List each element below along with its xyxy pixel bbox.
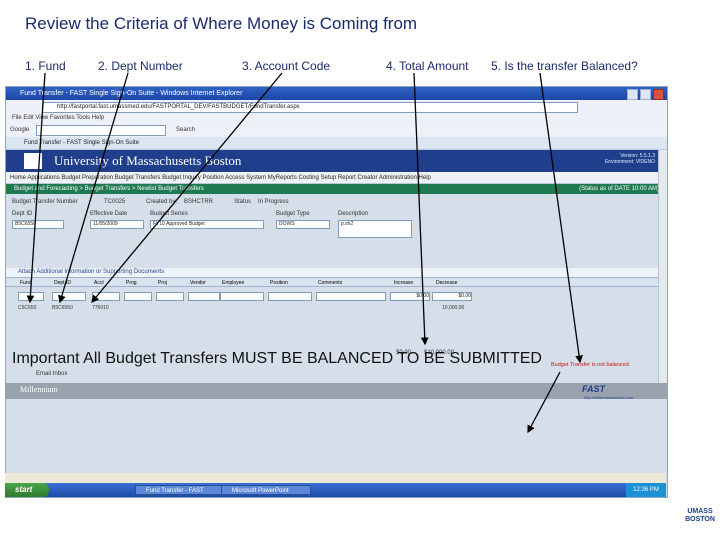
created-by: BSHCTRR	[184, 199, 214, 205]
browser-title: Fund Transfer - FAST Single Sign-On Suit…	[20, 90, 243, 97]
created-by-label: Created by:	[146, 199, 178, 205]
umass-logo-icon	[24, 153, 42, 169]
status-value: In Progress	[258, 199, 289, 205]
line-fund: C5C650	[18, 305, 37, 311]
col-vendor: Vendor	[190, 280, 206, 286]
line-dept: B5C6550	[52, 305, 73, 311]
position-input[interactable]	[268, 292, 312, 301]
browser-menu[interactable]: File Edit View Favorites Tools Help	[6, 113, 667, 123]
app-nav[interactable]: Home Applications Budget Preparation Bud…	[6, 172, 667, 184]
task-fund-transfer[interactable]: Fund Transfer - FAST	[135, 485, 225, 495]
lines-table-header: Fund Dept ID Acct Prog Proj Vendor Emplo…	[6, 277, 667, 287]
brand-line2: BOSTON	[685, 516, 715, 523]
status-label: Status	[234, 199, 252, 205]
decrease-input[interactable]: $0.00	[432, 292, 472, 301]
col-fund: Fund	[20, 280, 32, 286]
browser-tab[interactable]: Fund Transfer - FAST Single Sign-On Suit…	[6, 137, 667, 150]
dept-label: Dept ID	[12, 211, 33, 217]
comments-input[interactable]	[316, 292, 386, 301]
page-scrollbar[interactable]	[658, 150, 667, 383]
fast-url: http://millenniumschool.com	[584, 395, 634, 400]
budget-series-label: Budget Series	[150, 211, 188, 217]
start-button[interactable]: start	[5, 483, 49, 497]
browser-screenshot: Fund Transfer - FAST Single Sign-On Suit…	[5, 86, 668, 498]
step-dept-number: 2. Dept Number	[98, 59, 183, 73]
prog-input[interactable]	[124, 292, 152, 301]
vendor-input[interactable]	[188, 292, 220, 301]
breadcrumb-text: Budget and Forecasting > Budget Transfer…	[14, 186, 204, 192]
description-label: Description	[338, 211, 369, 217]
footer-bar: Millennium	[6, 383, 667, 399]
step-fund: 1. Fund	[25, 59, 66, 73]
maximize-button[interactable]	[640, 89, 651, 100]
minimize-button[interactable]	[627, 89, 638, 100]
budget-type-label: Budget Type	[276, 211, 310, 217]
col-prog: Prog	[126, 280, 137, 286]
brand-line1: UMASS	[687, 508, 713, 515]
line-decrease: 10,000.00	[442, 305, 465, 311]
dept-input[interactable]	[52, 292, 86, 301]
col-position: Position	[270, 280, 288, 286]
effective-date-label: Effective Date	[90, 211, 128, 217]
employee-input[interactable]	[220, 292, 264, 301]
google-toolbar: Google Search	[6, 123, 667, 137]
budget-type-select[interactable]: DOWS	[276, 220, 330, 229]
close-button[interactable]	[653, 89, 664, 100]
step-total-amount: 4. Total Amount	[386, 59, 469, 73]
col-decrease: Decrease	[436, 280, 458, 286]
google-label: Google	[10, 127, 30, 133]
millennium-logo: Millennium	[20, 385, 58, 394]
environment-label: Environment: VIDENO	[604, 159, 655, 165]
acct-input[interactable]	[92, 292, 120, 301]
transfer-number-label: Budget Transfer Number	[12, 199, 78, 205]
budget-series-select[interactable]: FY10 Approved Budget	[150, 220, 264, 229]
col-employee: Employee	[222, 280, 245, 286]
fund-input[interactable]	[18, 292, 44, 301]
address-input[interactable]: http://fastportal.fast.umassmed.edu/FAST…	[42, 102, 578, 113]
attach-documents-link[interactable]: Attach Additional Information or Support…	[6, 268, 667, 277]
col-increase: Increase	[394, 280, 414, 286]
browser-statusbar	[5, 473, 666, 483]
step-account-code: 3. Account Code	[242, 59, 331, 73]
balance-warning: Budget Transfer is not balanced.	[551, 362, 631, 368]
university-name: University of Massachusetts Boston	[54, 153, 242, 168]
google-search-button[interactable]: Search	[176, 123, 195, 137]
proj-input[interactable]	[156, 292, 184, 301]
google-search-input[interactable]	[36, 125, 166, 136]
col-dept: Dept ID	[54, 280, 71, 286]
user-info: Version: 5.5.1.3 Environment: VIDENO	[605, 153, 655, 165]
address-row: http://fastportal.fast.umassmed.edu/FAST…	[6, 100, 667, 113]
increase-input[interactable]: $0.00	[390, 292, 430, 301]
col-comments: Comments	[318, 280, 343, 286]
dept-field[interactable]: B5C6550	[12, 220, 64, 229]
fast-logo: FAST	[582, 384, 606, 394]
clock: 12:36 PM	[626, 483, 666, 497]
browser-titlebar: Fund Transfer - FAST Single Sign-On Suit…	[6, 87, 667, 100]
umass-mark-icon	[687, 484, 713, 506]
col-acct: Acct	[94, 280, 104, 286]
line-acct: 776010	[92, 305, 109, 311]
breadcrumb: Budget and Forecasting > Budget Transfer…	[6, 184, 667, 194]
step-balanced: 5. Is the transfer Balanced?	[491, 59, 638, 73]
app-header: University of Massachusetts Boston Versi…	[6, 150, 667, 172]
windows-taskbar: start Fund Transfer - FAST Microsoft Pow…	[5, 483, 666, 497]
col-proj: Proj	[158, 280, 167, 286]
task-powerpoint[interactable]: Microsoft PowerPoint	[221, 485, 311, 495]
transfer-number: TC0025	[104, 199, 126, 205]
important-note: Important All Budget Transfers MUST BE B…	[12, 350, 542, 367]
slide-title: Review the Criteria of Where Money is Co…	[25, 14, 418, 33]
description-field[interactable]: p.sh2	[338, 220, 412, 238]
email-inbox-link[interactable]: Email Inbox	[36, 371, 67, 377]
effective-date-field[interactable]: 11/05/2009	[90, 220, 144, 229]
breadcrumb-status: (Status as of DATE 10:00 AM)	[579, 186, 659, 192]
